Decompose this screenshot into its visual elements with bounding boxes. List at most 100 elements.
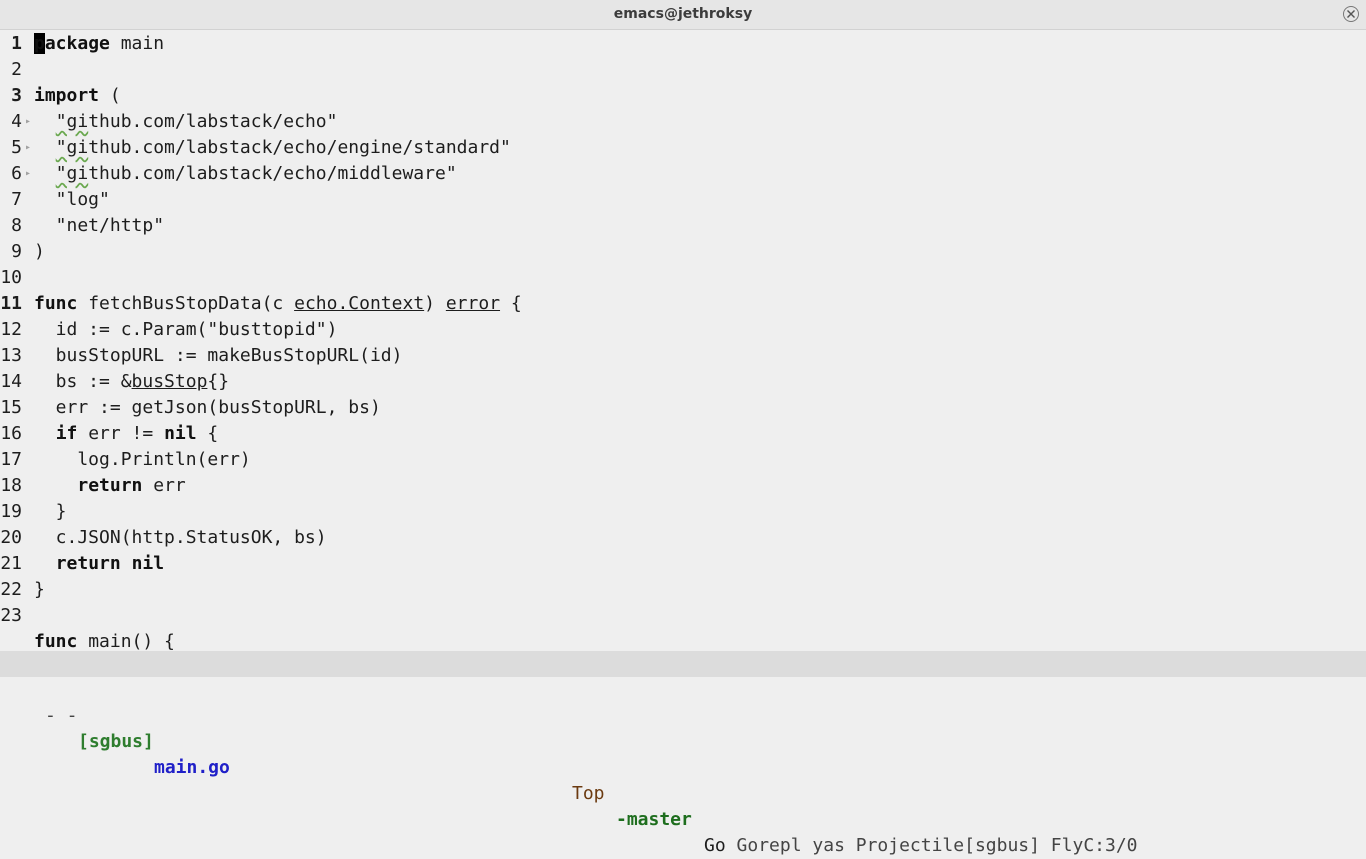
code-text[interactable]: func main() { (34, 629, 175, 650)
modeline-project-name[interactable]: [sgbus] (78, 729, 154, 755)
text-cursor: p (34, 33, 45, 54)
code-text[interactable]: bs := &busStop{} (34, 369, 229, 395)
code-token: ( (99, 85, 121, 106)
code-line[interactable]: 22} (0, 577, 1366, 603)
code-text[interactable]: err := getJson(busStopURL, bs) (34, 395, 381, 421)
minibuffer[interactable] (0, 677, 1366, 703)
code-text[interactable]: func fetchBusStopData(c echo.Context) er… (34, 291, 522, 317)
modeline-buffer-name[interactable]: main.go (154, 755, 230, 781)
code-line[interactable]: 12 id := c.Param("busttopid") (0, 317, 1366, 343)
code-text[interactable]: } (34, 499, 67, 525)
modeline-position: Top (572, 783, 605, 804)
code-line[interactable]: 10 (0, 265, 1366, 291)
code-text[interactable]: log.Println(err) (34, 447, 250, 473)
code-line[interactable]: 4 ▸ "github.com/labstack/echo" (0, 109, 1366, 135)
line-number: 20 (0, 527, 22, 548)
code-line[interactable]: 23 (0, 603, 1366, 629)
code-text[interactable]: if err != nil { (34, 421, 219, 447)
code-text[interactable]: c.JSON(http.StatusOK, bs) (34, 525, 327, 551)
line-number: 6 (11, 163, 22, 184)
code-line[interactable]: 2 (0, 57, 1366, 83)
line-number: 9 (11, 241, 22, 262)
code-token: func (34, 293, 78, 314)
code-token: return (77, 475, 143, 496)
code-text[interactable]: } (34, 577, 45, 603)
code-text[interactable]: package main (34, 31, 164, 57)
code-token: nil (164, 423, 197, 444)
code-line[interactable]: 15 err := getJson(busStopURL, bs) (0, 395, 1366, 421)
modeline-git-branch[interactable]: -master (616, 807, 692, 833)
code-token: "gi (55, 137, 89, 158)
code-line[interactable]: 11 func fetchBusStopData(c echo.Context) … (0, 291, 1366, 317)
modeline-modes[interactable]: Go Gorepl yas Projectile[sgbus] FlyC:3/0 (704, 833, 1138, 859)
code-text[interactable]: id := c.Param("busttopid") (34, 317, 338, 343)
code-line[interactable]: 14 bs := &busStop{} (0, 369, 1366, 395)
code-text[interactable]: ) (34, 239, 45, 265)
code-token: main() { (77, 631, 175, 650)
code-line[interactable]: 17 log.Println(err) (0, 447, 1366, 473)
code-line[interactable]: 19 } (0, 499, 1366, 525)
line-number: 23 (0, 605, 22, 626)
code-token: fetchBusStopData(c (77, 293, 295, 314)
line-number: 22 (0, 579, 22, 600)
code-token: thub.com/labstack/echo/engine/standard" (88, 137, 511, 158)
code-line[interactable]: 7 "log" (0, 187, 1366, 213)
code-token: error (445, 293, 501, 314)
code-line[interactable]: 18 return err (0, 473, 1366, 499)
code-text[interactable]: "github.com/labstack/echo" (34, 109, 338, 135)
code-text[interactable]: "log" (34, 187, 110, 213)
code-token: { (196, 423, 219, 444)
code-token: ackage (44, 33, 110, 54)
code-token: "log" (34, 189, 110, 210)
code-line[interactable]: 1 package main (0, 31, 1366, 57)
code-line[interactable]: 9) (0, 239, 1366, 265)
line-number: 16 (0, 423, 22, 444)
code-line[interactable]: 16 if err != nil { (0, 421, 1366, 447)
code-token: bs := & (34, 371, 132, 392)
code-token: import (34, 85, 100, 106)
code-token: ) (34, 241, 45, 262)
code-line[interactable]: 6 ▸ "github.com/labstack/echo/middleware" (0, 161, 1366, 187)
code-text[interactable]: busStopURL := makeBusStopURL(id) (34, 343, 403, 369)
code-line[interactable]: 20 c.JSON(http.StatusOK, bs) (0, 525, 1366, 551)
code-line[interactable]: 3 import ( (0, 83, 1366, 109)
close-icon[interactable] (1343, 6, 1359, 22)
code-line[interactable]: 13 busStopURL := makeBusStopURL(id) (0, 343, 1366, 369)
code-line[interactable]: 5 ▸ "github.com/labstack/echo/engine/stan… (0, 135, 1366, 161)
code-text[interactable]: return err (34, 473, 185, 499)
code-line[interactable]: 21 return nil (0, 551, 1366, 577)
code-token: err != (77, 423, 165, 444)
fringe-arrow-icon: ▸ (25, 168, 32, 179)
line-number: 3 (11, 85, 22, 106)
line-number: 4 (11, 111, 22, 132)
code-token: return (55, 553, 121, 574)
code-token: func (34, 631, 78, 650)
code-token: err := getJson(busStopURL, bs) (34, 397, 381, 418)
line-number: 7 (11, 189, 22, 210)
code-token: busStop (131, 371, 208, 392)
line-number: 8 (11, 215, 22, 236)
modeline-minor-modes[interactable]: Gorepl yas Projectile[sgbus] FlyC:3/0 (737, 835, 1138, 856)
mode-line: 1 - - [sgbus] main.go Top -master Go Gor… (0, 651, 1366, 856)
window-titlebar: emacs@jethroksy (0, 0, 1366, 30)
modeline-major-mode[interactable]: Go (704, 835, 726, 856)
line-number: 11 (0, 293, 22, 314)
line-number: 12 (0, 319, 22, 340)
code-token: busStopURL := makeBusStopURL(id) (34, 345, 403, 366)
code-text[interactable]: "github.com/labstack/echo/middleware" (34, 161, 457, 187)
code-line[interactable]: func main() { (0, 629, 1366, 650)
code-text[interactable]: import ( (34, 83, 121, 109)
editor-buffer[interactable]: 1 package main 2 3 import (4 ▸ "github.com/la… (0, 30, 1366, 650)
code-text[interactable]: "net/http" (34, 213, 164, 239)
line-number: 5 (11, 137, 22, 158)
code-text[interactable]: return nil (34, 551, 164, 577)
code-token: {} (207, 371, 230, 392)
code-line[interactable]: 8 "net/http" (0, 213, 1366, 239)
code-text[interactable]: "github.com/labstack/echo/engine/standar… (34, 135, 511, 161)
code-token: } (34, 501, 67, 522)
